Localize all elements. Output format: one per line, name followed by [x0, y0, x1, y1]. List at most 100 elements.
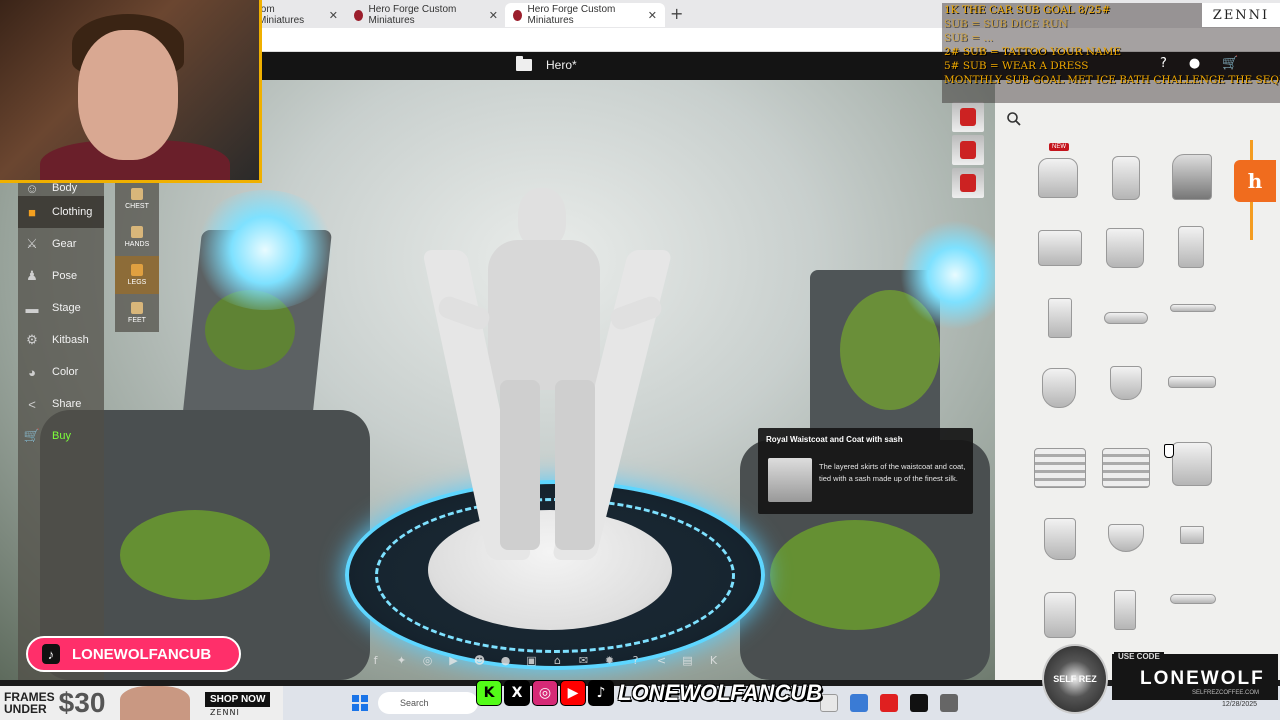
item-tile[interactable] — [1100, 438, 1150, 490]
nav-item-clothing[interactable]: ■ Clothing — [18, 196, 104, 228]
nav-label: Color — [52, 366, 79, 378]
foliage — [770, 520, 940, 630]
browser-tab[interactable]: tom Miniatures ✕ — [250, 3, 346, 27]
item-tile[interactable] — [1100, 222, 1150, 274]
nav-item-kitbash[interactable]: ⚙ Kitbash — [18, 324, 104, 356]
heroforge-favicon-icon — [354, 9, 363, 21]
browser-tab-active[interactable]: Hero Forge Custom Miniatures ✕ — [505, 3, 665, 27]
item-tile[interactable] — [1100, 362, 1150, 414]
youtube-icon[interactable]: ▶ — [446, 654, 461, 668]
folder-icon[interactable] — [516, 56, 532, 71]
item-tile[interactable] — [1034, 222, 1084, 274]
project-title[interactable]: Hero* — [516, 56, 577, 72]
share-icon[interactable]: < — [654, 654, 669, 668]
subnav-hands[interactable]: HANDS — [115, 218, 159, 256]
discord-icon[interactable]: ☻ — [472, 654, 487, 668]
garment-thumbnail — [1038, 230, 1082, 266]
nav-item-gear[interactable]: ⚔ Gear — [18, 228, 104, 260]
garment-thumbnail — [1102, 448, 1150, 488]
nav-label: Share — [52, 398, 82, 410]
nav-label: Pose — [52, 270, 78, 282]
new-tab-button[interactable]: + — [670, 4, 683, 23]
nav-item-share[interactable]: < Share — [18, 388, 104, 420]
zenni-logo: ZENNI — [1202, 3, 1280, 27]
nav-item-color[interactable]: ◕ Color — [18, 356, 104, 388]
heroforge-side-button[interactable]: h — [1234, 160, 1276, 202]
subnav-label: FEET — [128, 317, 146, 324]
item-tile[interactable] — [1100, 586, 1150, 638]
item-tile[interactable] — [1034, 512, 1084, 564]
garment-thumbnail — [1106, 228, 1144, 268]
youtube-icon: ▶ — [560, 680, 586, 706]
tiktok-handle: LONEWOLFANCUB — [72, 645, 212, 663]
reddit-icon[interactable]: ● — [498, 654, 513, 668]
shop-now-button[interactable]: SHOP NOW — [205, 692, 271, 707]
garment-thumbnail — [1104, 312, 1148, 324]
item-tile[interactable] — [1034, 438, 1086, 490]
item-tile[interactable] — [1034, 292, 1084, 344]
account-icon[interactable]: ● — [1189, 56, 1200, 71]
slot-thumbnail[interactable] — [952, 102, 984, 132]
garment-thumbnail — [1038, 158, 1078, 198]
x-icon: X — [504, 680, 530, 706]
item-tile[interactable] — [1034, 152, 1084, 204]
item-tile[interactable] — [1166, 362, 1216, 414]
new-badge: NEW — [1049, 143, 1069, 151]
search-icon[interactable] — [1006, 111, 1022, 127]
nav-item-pose[interactable]: ♟ Pose — [18, 260, 104, 292]
social-handle-strip: K X ◎ ▶ ♪ LONEWOLFANCUB — [476, 680, 822, 706]
help-icon[interactable]: ? — [1160, 56, 1167, 71]
subnav-chest[interactable]: CHEST — [115, 180, 159, 218]
subnav-label: LEGS — [127, 279, 147, 286]
item-tile[interactable] — [1100, 292, 1150, 344]
slot-thumbnail[interactable] — [952, 135, 984, 165]
item-tile[interactable] — [1166, 512, 1216, 564]
windows-start-icon[interactable] — [352, 695, 368, 711]
kickstarter-icon[interactable]: K — [706, 654, 721, 668]
subnav-legs[interactable]: LEGS — [115, 256, 159, 294]
netflix-app-icon[interactable] — [910, 694, 928, 712]
app-icon[interactable] — [940, 694, 958, 712]
cart-icon[interactable]: 🛒 — [1222, 56, 1238, 71]
hand-icon — [131, 226, 143, 238]
item-tile[interactable] — [1166, 222, 1216, 274]
item-tile[interactable] — [1100, 512, 1150, 564]
twitch-icon[interactable]: ▣ — [524, 654, 539, 668]
mail-icon[interactable]: ✉ — [576, 654, 591, 668]
item-tile[interactable] — [1034, 362, 1084, 414]
item-tile[interactable] — [1166, 586, 1216, 638]
item-tile[interactable] — [1166, 152, 1216, 204]
item-tile[interactable] — [1100, 152, 1150, 204]
streamer-face — [78, 30, 178, 160]
kitbash-icon: ⚙ — [26, 332, 38, 347]
nav-item-buy[interactable]: 🛒 Buy — [18, 420, 104, 452]
tab-close-icon[interactable]: ✕ — [329, 9, 338, 22]
item-tile[interactable] — [1034, 586, 1084, 638]
nav-label: Clothing — [52, 206, 93, 218]
store-app-icon[interactable] — [820, 694, 838, 712]
facebook-icon[interactable]: f — [368, 654, 383, 668]
slot-thumbnail[interactable] — [952, 168, 984, 198]
taskbar-apps — [820, 694, 958, 712]
item-tooltip: Royal Waistcoat and Coat with sash The l… — [758, 428, 973, 514]
taskbar-search[interactable]: Search — [378, 692, 478, 714]
instagram-icon[interactable]: ◎ — [420, 654, 435, 668]
tooltip-title: Royal Waistcoat and Coat with sash — [766, 435, 903, 444]
garment-thumbnail — [1170, 594, 1216, 604]
tooltip-description: The layered skirts of the waistcoat and … — [819, 462, 966, 483]
promo-code: LONEWOLF — [1140, 668, 1265, 689]
item-tile[interactable] — [1166, 292, 1216, 344]
gift-icon[interactable]: ▤ — [680, 654, 695, 668]
browser-tab[interactable]: Hero Forge Custom Miniatures ✕ — [346, 3, 506, 27]
tab-close-icon[interactable]: ✕ — [489, 9, 498, 22]
bluesky-icon[interactable]: ✦ — [394, 654, 409, 668]
youtube-app-icon[interactable] — [880, 694, 898, 712]
photos-app-icon[interactable] — [850, 694, 868, 712]
help-icon[interactable]: ? — [628, 654, 643, 668]
settings-icon[interactable]: ✹ — [602, 654, 617, 668]
store-icon[interactable]: ⌂ — [550, 654, 565, 668]
shirt-icon: ■ — [28, 204, 36, 220]
nav-item-stage[interactable]: ▬ Stage — [18, 292, 104, 324]
tab-close-icon[interactable]: ✕ — [648, 9, 657, 22]
subnav-feet[interactable]: FEET — [115, 294, 159, 332]
